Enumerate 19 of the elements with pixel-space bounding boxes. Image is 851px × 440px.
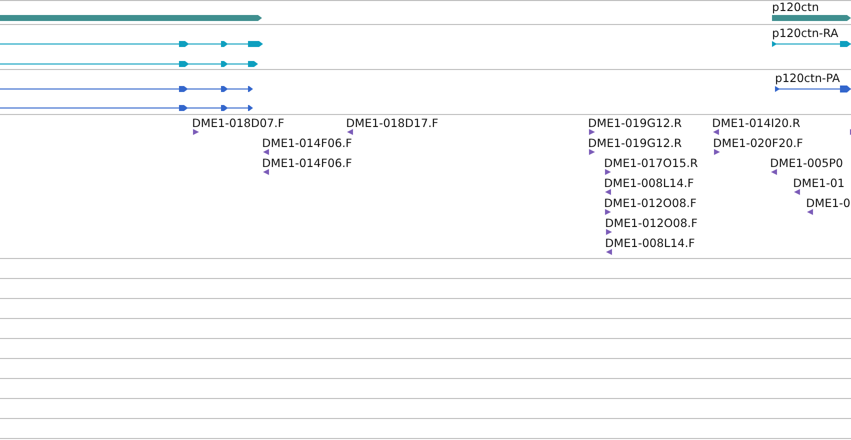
feature-label: DME1-020F20.F [713, 137, 804, 150]
feature-label: DME1-0 [806, 197, 850, 210]
feature-label: DME1-01 [793, 177, 845, 190]
feature-label: DME1-014F06.F [262, 137, 352, 150]
feature-label: p120ctn [772, 1, 819, 14]
feature-label: DME1-018D17.F [346, 117, 438, 130]
feature-label: DME1-005P0 [770, 157, 844, 170]
feature-label: DME1-018D07.F [192, 117, 284, 130]
feature-label: p120ctn-PA [775, 72, 840, 85]
feature-label: DME1-012O08.F [605, 217, 698, 230]
feature-label: p120ctn-RA [772, 27, 838, 40]
feature-label: DME1-019G12.R [588, 117, 682, 130]
feature-label: DME1-008L14.F [605, 237, 695, 250]
feature-label: DME1-008L14.F [604, 177, 694, 190]
feature-label: DME1-019G12.R [588, 137, 682, 150]
feature-label: DME1-012O08.F [604, 197, 697, 210]
feature-label: DME1-017O15.R [604, 157, 698, 170]
feature-label: DME1-014F06.F [262, 157, 352, 170]
feature-label: DME1-014I20.R [712, 117, 800, 130]
